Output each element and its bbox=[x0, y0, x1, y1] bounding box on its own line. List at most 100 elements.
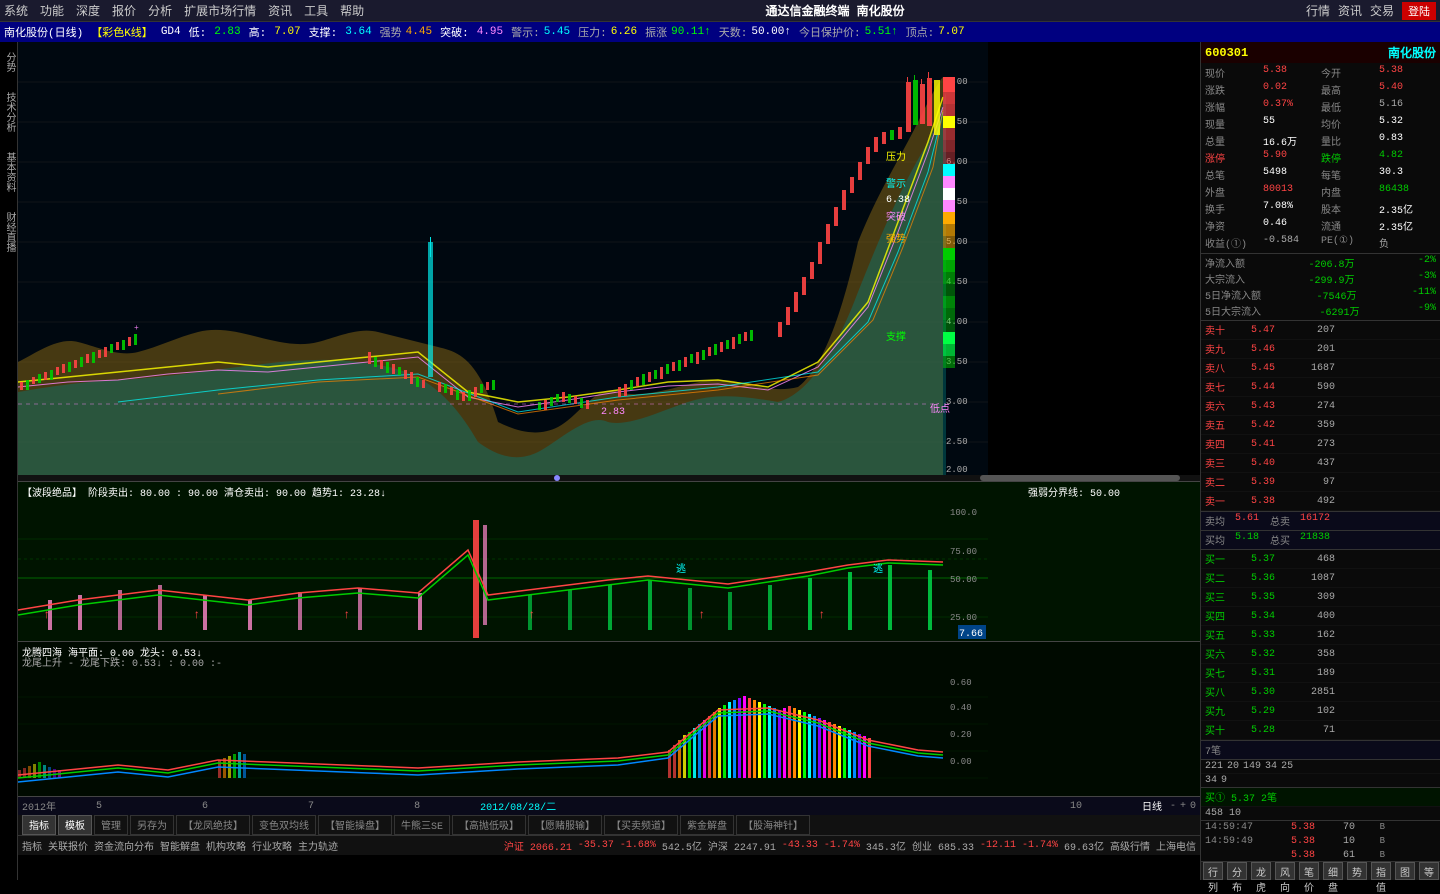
app-title: 通达信金融终端 南化股份 bbox=[765, 2, 904, 19]
tab-color[interactable]: 变色双均线 bbox=[252, 815, 316, 835]
label-turnover: 换手 bbox=[1205, 201, 1262, 217]
total-count: 5498 bbox=[1263, 167, 1320, 183]
current-price: 5.38 bbox=[1263, 65, 1320, 81]
vol-v4: 34 bbox=[1265, 761, 1277, 772]
menu-info[interactable]: 资讯 bbox=[268, 2, 292, 19]
status-main-force[interactable]: 主力轨迹 bbox=[298, 838, 338, 854]
svg-text:↑: ↑ bbox=[343, 608, 350, 622]
orderbook-buys: 买一 5.37 468 买二 5.36 1087 买三 5.35 309 买四 … bbox=[1201, 550, 1440, 740]
vol-row2: 34 9 bbox=[1201, 773, 1440, 787]
mark-10: 10 bbox=[1070, 801, 1082, 812]
sidebar-technical[interactable]: 技术分析 bbox=[1, 92, 16, 132]
days-label: 天数: bbox=[719, 24, 748, 40]
tab-bull[interactable]: 牛熊三SE bbox=[394, 815, 450, 835]
status-related[interactable]: 关联报价 bbox=[48, 838, 88, 854]
tab-saveas[interactable]: 另存为 bbox=[130, 815, 174, 835]
trade-vol: 70 bbox=[1315, 822, 1355, 833]
menu-quote[interactable]: 报价 bbox=[112, 2, 136, 19]
buy-price-4: 5.34 bbox=[1235, 611, 1275, 622]
float-shares: 2.35亿 bbox=[1379, 218, 1436, 234]
menu-analysis[interactable]: 分析 bbox=[148, 2, 172, 19]
status-strategy[interactable]: 机构攻略 bbox=[206, 838, 246, 854]
sell-vol-6: 274 bbox=[1275, 401, 1335, 412]
btn-indicator-val[interactable]: 指值 bbox=[1371, 862, 1391, 880]
zoom-plus[interactable]: + bbox=[1180, 801, 1186, 812]
btn-trend[interactable]: 势 bbox=[1347, 862, 1367, 880]
label-ratio: 量比 bbox=[1321, 133, 1378, 149]
sell-price-10: 5.47 bbox=[1235, 325, 1275, 336]
btn-wind[interactable]: 风向 bbox=[1275, 862, 1295, 880]
sell-price-6: 5.43 bbox=[1235, 401, 1275, 412]
tab-dragon[interactable]: 【龙凤绝技】 bbox=[176, 815, 250, 835]
btn-dist[interactable]: 分布 bbox=[1227, 862, 1247, 880]
menu-function[interactable]: 功能 bbox=[40, 2, 64, 19]
protect-val: 5.51↑ bbox=[865, 26, 898, 38]
status-indicator-link[interactable]: 指标 bbox=[22, 838, 42, 854]
svg-text:2.83: 2.83 bbox=[601, 407, 625, 418]
label-buy-avg: 买均 bbox=[1205, 532, 1235, 548]
btn-chart[interactable]: 图 bbox=[1395, 862, 1415, 880]
btn-equal[interactable]: 等 bbox=[1419, 862, 1439, 880]
menu-system[interactable]: 系统 bbox=[4, 2, 28, 19]
scroll-thumb[interactable] bbox=[980, 475, 1180, 481]
total-buy: 21838 bbox=[1300, 532, 1330, 548]
label-outer: 外盘 bbox=[1205, 184, 1262, 200]
status-sh-amount: 542.5亿 bbox=[662, 838, 702, 854]
tab-template[interactable]: 模板 bbox=[58, 815, 92, 835]
btn-fine[interactable]: 细盘 bbox=[1323, 862, 1343, 880]
action-trade[interactable]: 交易 bbox=[1370, 2, 1394, 19]
sell-order-section: 7笔 bbox=[1201, 740, 1440, 759]
sidebar-financial[interactable]: 财经直播 bbox=[1, 212, 16, 252]
status-industry[interactable]: 行业攻略 bbox=[252, 838, 292, 854]
menu-depth[interactable]: 深度 bbox=[76, 2, 100, 19]
label-5d-inflow: 5日净流入额 bbox=[1205, 287, 1261, 303]
tab-purple[interactable]: 紫金解盘 bbox=[680, 815, 734, 835]
status-bar: 指标 关联报价 资金流向分布 智能解盘 机构攻略 行业攻略 主力轨迹 沪证 20… bbox=[18, 835, 1200, 855]
chart-scrollbar[interactable] bbox=[18, 475, 1200, 481]
trade-list[interactable]: 14:59:47 5.38 70 B 14:59:49 5.38 10 B 5.… bbox=[1201, 820, 1440, 861]
tab-buysell[interactable]: 【买卖频道】 bbox=[604, 815, 678, 835]
status-smart[interactable]: 智能解盘 bbox=[160, 838, 200, 854]
tab-manage[interactable]: 管理 bbox=[94, 815, 128, 835]
label-amount: 总量 bbox=[1205, 133, 1262, 149]
tab-smart[interactable]: 【智能操盘】 bbox=[318, 815, 392, 835]
main-chart[interactable]: 7.00 6.50 6.00 5.50 5.00 4.50 4.00 3.50 … bbox=[18, 42, 1200, 482]
login-button[interactable]: 登陆 bbox=[1402, 2, 1436, 20]
indicator2-svg: 0.60 0.40 0.20 0.00 bbox=[18, 670, 988, 797]
tab-gamble[interactable]: 【愿赌服输】 bbox=[528, 815, 602, 835]
menu-market[interactable]: 扩展市场行情 bbox=[184, 2, 256, 19]
strength-label: 强弱分界线: 50.00 bbox=[1028, 484, 1120, 500]
action-quotes[interactable]: 行情 bbox=[1306, 2, 1330, 19]
status-cyb: 创业 685.33 bbox=[912, 838, 974, 854]
high-label: 高: bbox=[249, 24, 267, 40]
buy-row-9: 买九 5.29 102 bbox=[1201, 702, 1440, 721]
btn-dragon[interactable]: 龙虎 bbox=[1251, 862, 1271, 880]
sell-price-1: 5.38 bbox=[1235, 496, 1275, 507]
svg-text:2.50: 2.50 bbox=[946, 437, 968, 447]
status-fund-flow[interactable]: 资金流向分布 bbox=[94, 838, 154, 854]
stock-indicator: 【彩色K线】 bbox=[91, 24, 153, 40]
sell-label-10: 卖十 bbox=[1205, 322, 1235, 338]
sidebar-fundamental[interactable]: 基本资料 bbox=[1, 152, 16, 192]
mark-5: 5 bbox=[96, 801, 102, 812]
btn-pen-price[interactable]: 笔价 bbox=[1299, 862, 1319, 880]
sell-vol-9: 201 bbox=[1275, 344, 1335, 355]
tab-needle[interactable]: 【股海神针】 bbox=[736, 815, 810, 835]
inner-vol: 86438 bbox=[1379, 184, 1436, 200]
label-pct: 涨幅 bbox=[1205, 99, 1262, 115]
fund-flow-section: 净流入额 -206.8万 -2% 大宗流入 -299.9万 -3% 5日净流入额… bbox=[1201, 254, 1440, 321]
menu-tools[interactable]: 工具 bbox=[304, 2, 328, 19]
menu-help[interactable]: 帮助 bbox=[340, 2, 364, 19]
sell-label-1: 卖一 bbox=[1205, 493, 1235, 509]
tab-highlow[interactable]: 【高抛低吸】 bbox=[452, 815, 526, 835]
buy-vol-7: 189 bbox=[1275, 668, 1335, 679]
open-price: 5.38 bbox=[1379, 65, 1436, 81]
zoom-0[interactable]: 0 bbox=[1190, 801, 1196, 812]
sell-price-8: 5.45 bbox=[1235, 363, 1275, 374]
action-info[interactable]: 资讯 bbox=[1338, 2, 1362, 19]
btn-rowcol[interactable]: 行列 bbox=[1203, 862, 1223, 880]
sidebar-trend[interactable]: 分势 bbox=[1, 52, 16, 72]
zoom-minus[interactable]: - bbox=[1170, 801, 1176, 812]
buy-price-8: 5.30 bbox=[1235, 687, 1275, 698]
tab-indicator[interactable]: 指标 bbox=[22, 815, 56, 835]
